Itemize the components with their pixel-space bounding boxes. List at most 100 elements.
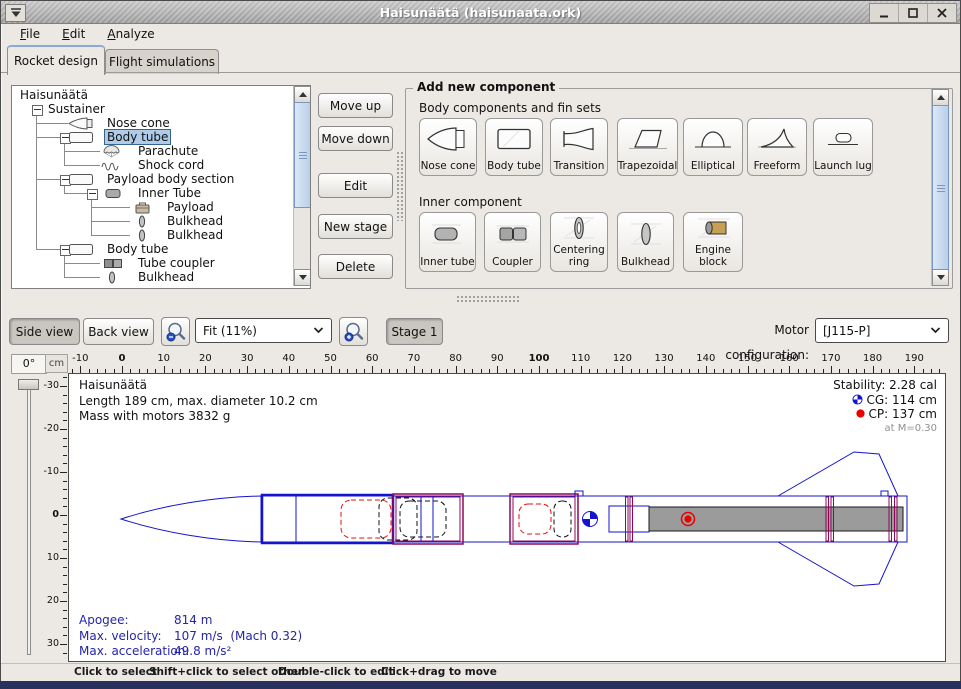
add-inner-tube-button[interactable]: Inner tube bbox=[419, 212, 476, 272]
rotation-slider-track[interactable] bbox=[27, 381, 31, 655]
add-bulkhead-button[interactable]: Bulkhead bbox=[617, 212, 674, 272]
coupler-section-outer[interactable] bbox=[510, 494, 578, 544]
edit-button[interactable]: Edit bbox=[318, 173, 393, 198]
vertical-splitter[interactable] bbox=[396, 151, 404, 221]
close-button[interactable] bbox=[927, 4, 956, 22]
shock-cord-marker-2[interactable] bbox=[554, 501, 571, 537]
tree-item-bulkhead[interactable]: Bulkhead bbox=[136, 270, 196, 284]
component-label: Trapezoidal bbox=[618, 160, 678, 172]
zoom-in-button[interactable] bbox=[339, 317, 368, 346]
ruler-tick bbox=[831, 366, 832, 373]
tree-item-body-tube[interactable]: Body tube bbox=[104, 129, 171, 145]
tree-item-bulkhead[interactable]: Bulkhead bbox=[165, 214, 225, 228]
motor-configuration-select[interactable]: [J115-P] bbox=[815, 318, 949, 343]
ruler-tick bbox=[60, 601, 67, 602]
add-transition-button[interactable]: Transition bbox=[550, 118, 608, 176]
component-tree[interactable]: HaisunäätäSustainerNose coneBody tubePar… bbox=[11, 85, 311, 289]
zoom-level-select[interactable]: Fit (11%) bbox=[195, 318, 332, 343]
scrollbar-thumb[interactable] bbox=[932, 105, 949, 271]
flight-stat-row: Max. velocity:107 m/s (Mach 0.32) bbox=[79, 629, 302, 645]
tree-item-haisun-t-[interactable]: Haisunäätä bbox=[18, 88, 90, 102]
tab-flight-simulations[interactable]: Flight simulations bbox=[105, 49, 219, 74]
tree-item-tube-coupler[interactable]: Tube coupler bbox=[136, 256, 217, 270]
tree-item-shock-cord[interactable]: Shock cord bbox=[136, 158, 206, 172]
horizontal-splitter[interactable] bbox=[456, 295, 520, 302]
ruler-tick bbox=[60, 472, 67, 473]
zoom-out-button[interactable] bbox=[161, 317, 190, 346]
menu-edit[interactable]: Edit bbox=[53, 26, 94, 42]
minimize-button[interactable] bbox=[870, 4, 898, 22]
scroll-up-icon[interactable] bbox=[294, 86, 311, 103]
component-label: Engine block bbox=[684, 244, 742, 268]
add-coupler-button[interactable]: Coupler bbox=[484, 212, 541, 272]
add-trapezoidal-button[interactable]: Trapezoidal bbox=[617, 118, 678, 176]
centering-ring[interactable] bbox=[626, 497, 629, 541]
title-bar[interactable]: Haisunäätä (haisunaata.ork) bbox=[1, 1, 960, 24]
tree-expander-icon[interactable] bbox=[32, 105, 43, 116]
delete-button[interactable]: Delete bbox=[318, 254, 393, 279]
new-stage-button[interactable]: New stage bbox=[318, 214, 393, 239]
component-label: Nose cone bbox=[421, 160, 476, 172]
parachute-marker-2[interactable] bbox=[519, 504, 551, 534]
ruler-tick bbox=[60, 386, 67, 387]
launch-lug-rear[interactable] bbox=[881, 491, 888, 496]
ruler-tick bbox=[63, 532, 67, 533]
inner-tube-outline[interactable] bbox=[609, 506, 649, 532]
tree-item-inner-tube[interactable]: Inner Tube bbox=[136, 186, 203, 200]
tree-item-payload-body-section[interactable]: Payload body section bbox=[105, 172, 236, 186]
add-launch-lug-button[interactable]: Launch lug bbox=[813, 118, 873, 176]
flight-stat-label: Apogee: bbox=[79, 613, 174, 629]
back-view-button[interactable]: Back view bbox=[83, 318, 154, 345]
scroll-down-icon[interactable] bbox=[932, 269, 949, 286]
flight-stat-label: Max. velocity: bbox=[79, 629, 174, 645]
stage-1-toggle[interactable]: Stage 1 bbox=[386, 318, 443, 345]
fin-top[interactable] bbox=[778, 452, 898, 496]
scroll-up-icon[interactable] bbox=[932, 89, 949, 106]
ruler-label: 120 bbox=[607, 353, 637, 364]
scroll-down-icon[interactable] bbox=[294, 269, 311, 286]
scrollbar-thumb[interactable] bbox=[294, 102, 311, 208]
fin-bottom[interactable] bbox=[778, 542, 898, 586]
selected-body-tube[interactable] bbox=[262, 495, 393, 543]
move-down-button[interactable]: Move down bbox=[318, 126, 393, 151]
ruler-label: 20 bbox=[190, 353, 220, 364]
rotation-slider-handle[interactable] bbox=[18, 379, 39, 390]
ruler-tick bbox=[80, 366, 81, 373]
add-freeform-button[interactable]: Freeform bbox=[747, 118, 807, 176]
menu-file[interactable]: File bbox=[11, 26, 49, 42]
ruler-label: 130 bbox=[649, 353, 679, 364]
tree-item-nose-cone[interactable]: Nose cone bbox=[105, 116, 172, 130]
parachute-marker[interactable] bbox=[341, 500, 391, 538]
nose-cone-outline[interactable] bbox=[121, 496, 261, 542]
maximize-button[interactable] bbox=[898, 4, 927, 22]
add-nose-cone-button[interactable]: Nose cone bbox=[419, 118, 477, 176]
tree-item-payload[interactable]: Payload bbox=[165, 200, 216, 214]
payload-marker[interactable] bbox=[400, 501, 446, 537]
ruler-tick bbox=[873, 366, 874, 373]
mach-condition: at M=0.30 bbox=[833, 422, 937, 437]
rocket-view-canvas[interactable]: Haisunäätä Length 189 cm, max. diameter … bbox=[68, 373, 946, 662]
rotation-angle-field[interactable]: 0° bbox=[11, 354, 47, 374]
side-view-button[interactable]: Side view bbox=[9, 318, 80, 345]
window-menu-icon[interactable] bbox=[5, 4, 26, 22]
tree-item-parachute[interactable]: Parachute bbox=[136, 144, 200, 158]
hint-3: Double-click to edit bbox=[278, 666, 393, 678]
cp-icon bbox=[855, 408, 866, 419]
tree-expander-icon[interactable] bbox=[87, 189, 98, 200]
add-engine-block-button[interactable]: Engine block bbox=[683, 212, 743, 272]
centering-ring-icon bbox=[556, 213, 602, 244]
component-label: Bulkhead bbox=[621, 256, 670, 268]
shock-cord-marker[interactable] bbox=[379, 498, 417, 540]
tab-rocket-design[interactable]: Rocket design bbox=[7, 45, 105, 75]
add-body-tube-button[interactable]: Body tube bbox=[485, 118, 543, 176]
tree-item-sustainer[interactable]: Sustainer bbox=[46, 102, 107, 116]
menu-analyze[interactable]: Analyze bbox=[98, 26, 163, 42]
tree-item-bulkhead[interactable]: Bulkhead bbox=[165, 228, 225, 242]
ruler-tick bbox=[63, 481, 67, 482]
add-centering-ring-button[interactable]: Centering ring bbox=[550, 212, 608, 272]
flight-stat-value: 49.8 m/s² bbox=[174, 644, 231, 658]
centering-ring[interactable] bbox=[630, 497, 633, 541]
add-elliptical-button[interactable]: Elliptical bbox=[683, 118, 743, 176]
tree-item-body-tube[interactable]: Body tube bbox=[105, 242, 170, 256]
move-up-button[interactable]: Move up bbox=[318, 93, 393, 118]
